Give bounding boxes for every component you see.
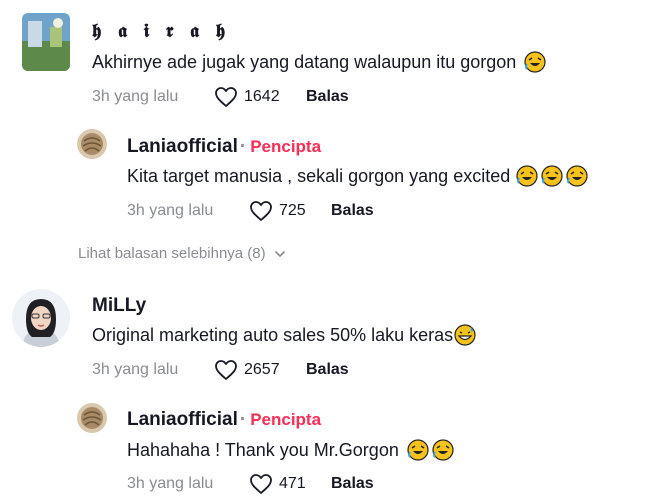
reply-button[interactable]: Balas bbox=[306, 88, 349, 106]
view-more-replies[interactable]: Lihat balasan selebihnya (8) bbox=[78, 245, 286, 262]
separator: · bbox=[239, 409, 247, 430]
reply-text-content: Hahahaha ! Thank you Mr.Gorgon bbox=[127, 439, 399, 460]
comment-text: Original marketing auto sales 50% laku k… bbox=[92, 324, 476, 346]
comment-time: 3h yang lalu bbox=[92, 361, 179, 378]
reply-button[interactable]: Balas bbox=[306, 361, 349, 379]
comment-author[interactable]: MiLLy bbox=[92, 295, 146, 317]
avatar[interactable] bbox=[77, 129, 107, 159]
comment-author[interactable]: 𝖍 𝖆 𝖎 𝖗 𝖆 𝖍 bbox=[92, 20, 230, 42]
like-count: 471 bbox=[279, 475, 306, 492]
reply-meta: 3h yang lalu 725 Balas bbox=[127, 200, 374, 222]
reply-time: 3h yang lalu bbox=[127, 475, 214, 492]
reply-author-name[interactable]: Laniaofficial bbox=[127, 409, 238, 430]
reply-time: 3h yang lalu bbox=[127, 202, 214, 219]
rolling-laughing-emoji bbox=[432, 439, 454, 461]
avatar[interactable] bbox=[12, 289, 70, 347]
rolling-laughing-emoji bbox=[541, 165, 563, 187]
comment-time: 3h yang lalu bbox=[92, 88, 179, 105]
avatar-image bbox=[77, 403, 107, 433]
avatar[interactable] bbox=[77, 403, 107, 433]
rolling-laughing-emoji bbox=[566, 165, 588, 187]
rolling-laughing-emoji bbox=[516, 165, 538, 187]
comment-thread: 𝖍 𝖆 𝖎 𝖗 𝖆 𝖍 Akhirnye ade jugak yang data… bbox=[0, 0, 661, 498]
heart-outline-icon bbox=[250, 201, 272, 221]
grinning-sweat-emoji bbox=[454, 324, 476, 346]
creator-badge: Pencipta bbox=[250, 137, 322, 156]
like-button[interactable]: 725 bbox=[249, 200, 331, 222]
avatar-image bbox=[12, 289, 70, 347]
rolling-laughing-emoji bbox=[524, 51, 546, 73]
reply-text-content: Kita target manusia , sekali gorgon yang… bbox=[127, 165, 511, 186]
comment-text-content: Akhirnye ade jugak yang datang walaupun … bbox=[92, 51, 517, 72]
like-count: 1642 bbox=[244, 88, 280, 105]
like-button[interactable]: 471 bbox=[249, 473, 331, 495]
like-count: 2657 bbox=[244, 361, 280, 378]
reply-button[interactable]: Balas bbox=[331, 475, 374, 493]
separator: · bbox=[239, 136, 247, 157]
comment-text: Akhirnye ade jugak yang datang walaupun … bbox=[92, 51, 546, 73]
avatar-image bbox=[77, 129, 107, 159]
like-button[interactable]: 1642 bbox=[214, 86, 296, 108]
heart-outline-icon bbox=[215, 87, 237, 107]
comment-meta: 3h yang lalu 2657 Balas bbox=[92, 359, 349, 381]
comment-text-content: Original marketing auto sales 50% laku k… bbox=[92, 324, 454, 345]
avatar[interactable] bbox=[22, 13, 70, 71]
reply-text: Hahahaha ! Thank you Mr.Gorgon bbox=[127, 439, 454, 461]
reply-meta: 3h yang lalu 471 Balas bbox=[127, 473, 374, 495]
heart-outline-icon bbox=[250, 474, 272, 494]
chevron-down-icon bbox=[274, 250, 285, 257]
view-more-replies-label: Lihat balasan selebihnya (8) bbox=[78, 245, 266, 262]
avatar-image bbox=[22, 13, 70, 71]
like-count: 725 bbox=[279, 202, 306, 219]
reply-author-name[interactable]: Laniaofficial bbox=[127, 136, 238, 157]
reply-text: Kita target manusia , sekali gorgon yang… bbox=[127, 165, 588, 187]
like-button[interactable]: 2657 bbox=[214, 359, 296, 381]
creator-badge: Pencipta bbox=[250, 410, 322, 429]
reply-author: Laniaofficial · Pencipta bbox=[127, 409, 321, 431]
comment-meta: 3h yang lalu 1642 Balas bbox=[92, 86, 349, 108]
heart-outline-icon bbox=[215, 360, 237, 380]
rolling-laughing-emoji bbox=[407, 439, 429, 461]
reply-button[interactable]: Balas bbox=[331, 202, 374, 220]
reply-author: Laniaofficial · Pencipta bbox=[127, 136, 321, 158]
